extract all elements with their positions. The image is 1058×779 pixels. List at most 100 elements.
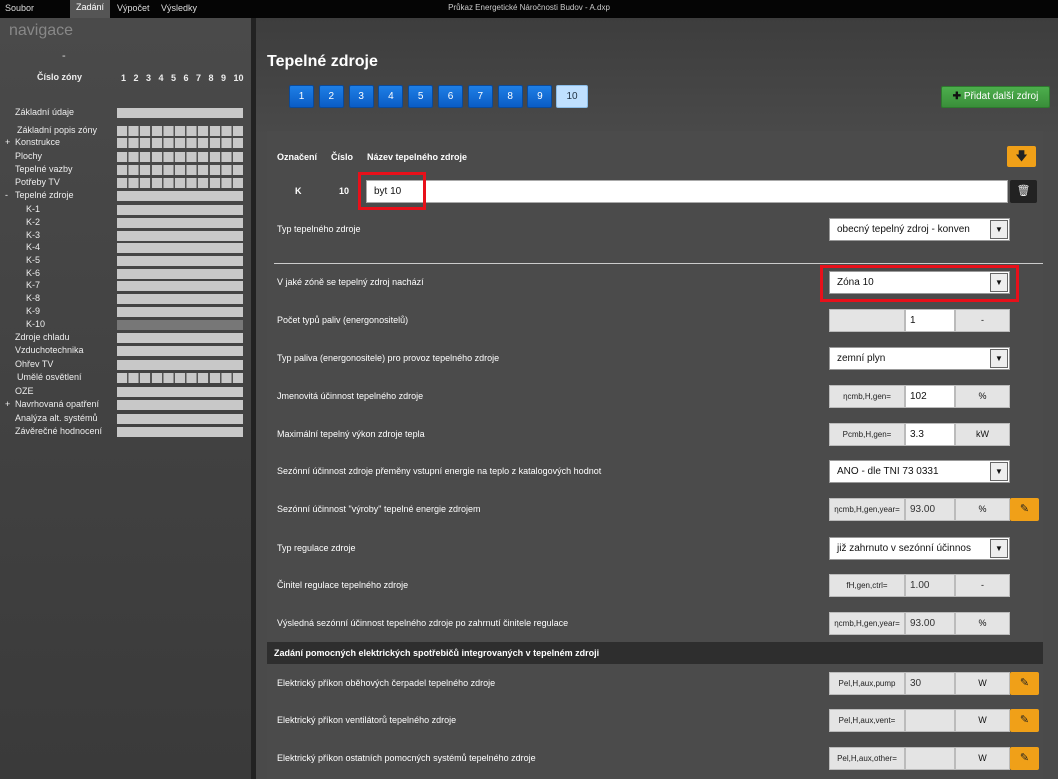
tab-3[interactable]: 3 [348,85,374,108]
sidebar-item[interactable]: Navrhovaná opatření [15,399,99,409]
sidebar-item[interactable]: Analýza alt. systémů [15,413,98,423]
zone-status-bar[interactable] [117,218,243,228]
sidebar-item[interactable]: Umělé osvětlení [17,372,82,382]
sidebar-item[interactable]: K-3 [26,230,40,240]
move-down-button[interactable]: 🡇 [1007,146,1036,167]
zone-status-bar[interactable] [117,243,243,253]
sidebar-item[interactable]: K-2 [26,217,40,227]
source-number: 10 [339,186,350,196]
sidebar-item[interactable]: Konstrukce [15,137,60,147]
tab-2[interactable]: 2 [318,85,344,108]
edit-vent-button[interactable]: ✎ [1010,709,1039,732]
tab-10[interactable]: 10 [556,85,588,108]
zone-status-bar[interactable] [117,320,243,330]
add-source-button[interactable]: ✚ Přidat další zdroj [941,86,1050,108]
zone-status-bar[interactable] [117,346,243,356]
fuel-type-label: Typ paliva (energonositele) pro provoz t… [277,353,500,363]
zone-status-bar[interactable] [117,126,243,136]
sidebar-item[interactable]: K-7 [26,280,40,290]
sidebar-item[interactable]: Závěrečné hodnocení [15,426,102,436]
zone-status-bar[interactable] [117,307,243,317]
zone-number: 2 [133,73,139,83]
tab-7[interactable]: 7 [467,85,493,108]
zone-value: Zóna 10 [837,277,874,288]
vent-value [905,709,955,732]
zone-status-bar[interactable] [117,108,243,118]
zone-status-bar[interactable] [117,165,243,175]
zone-status-bar[interactable] [117,152,243,162]
tab-6[interactable]: 6 [438,85,463,108]
zone-status-bar[interactable] [117,191,243,201]
type-select[interactable]: obecný tepelný zdroj - konven ▼ [829,218,1010,241]
divider [274,263,1043,264]
sidebar-item[interactable]: Vzduchotechnika [15,345,84,355]
edit-pump-button[interactable]: ✎ [1010,672,1039,695]
sidebar-item[interactable]: K-8 [26,293,40,303]
other-symbol: Pel,H,aux,other= [829,747,905,770]
tab-4[interactable]: 4 [378,85,404,108]
sidebar-item[interactable]: K-5 [26,255,40,265]
seasonal-src-select[interactable]: ANO - dle TNI 73 0331 ▼ [829,460,1010,483]
zone-status-bar[interactable] [117,414,243,424]
sidebar-item[interactable]: Ohřev TV [15,359,53,369]
edit-other-button[interactable]: ✎ [1010,747,1039,770]
zone-status-bar[interactable] [117,231,243,241]
pump-row: Pel,H,aux,pump 30 W [829,672,1010,695]
zone-status-bar[interactable] [117,333,243,343]
sidebar-item[interactable]: Potřeby TV [15,177,60,187]
sidebar-item[interactable]: OZE [15,386,34,396]
zone-status-bar[interactable] [117,427,243,437]
sidebar-item[interactable]: Tepelné vazby [15,164,73,174]
source-name-input[interactable]: byt 10 [366,180,1008,203]
zone-status-bar[interactable] [117,256,243,266]
zone-status-bar[interactable] [117,400,243,410]
chevron-down-icon[interactable]: ▼ [990,220,1008,239]
zone-status-bar[interactable] [117,138,243,148]
zone-status-bar[interactable] [117,387,243,397]
nav-collapse-toggle[interactable]: - [62,50,66,62]
tab-1[interactable]: 1 [289,85,314,108]
expand-icon[interactable]: + [5,137,10,147]
sidebar-item[interactable]: Zdroje chladu [15,332,70,342]
type-label: Typ tepelného zdroje [277,224,361,234]
sidebar-item[interactable]: K-9 [26,306,40,316]
sidebar-item[interactable]: Plochy [15,151,42,161]
sidebar-item[interactable]: Základní popis zóny [17,125,97,135]
zone-status-bar[interactable] [117,373,243,383]
tab-9[interactable]: 9 [527,85,553,108]
sidebar-item[interactable]: K-6 [26,268,40,278]
power-input[interactable]: 3.3 [905,423,955,446]
chevron-down-icon[interactable]: ▼ [990,349,1008,368]
eff-input[interactable]: 102 [905,385,955,408]
tab-5[interactable]: 5 [408,85,434,108]
window-title: Průkaz Energetické Náročnosti Budov - A.… [448,3,610,12]
chevron-down-icon[interactable]: ▼ [990,462,1008,481]
zone-label: V jaké zóně se tepelný zdroj nachází [277,277,424,287]
zone-status-bar[interactable] [117,269,243,279]
reg-type-select[interactable]: již zahrnuto v sezónní účinnos ▼ [829,537,1010,560]
sidebar-item[interactable]: K-4 [26,242,40,252]
zone-status-bar[interactable] [117,178,243,188]
zone-status-bar[interactable] [117,294,243,304]
zone-number: 3 [146,73,152,83]
plus-icon: ✚ [952,91,962,102]
zone-status-bar[interactable] [117,205,243,215]
zone-status-bar[interactable] [117,360,243,370]
fuel-type-select[interactable]: zemní plyn ▼ [829,347,1010,370]
fuel-count-input[interactable]: 1 [905,309,955,332]
chevron-down-icon[interactable]: ▼ [990,273,1008,292]
delete-button[interactable]: 🗑 [1010,180,1037,203]
sidebar-item[interactable]: Základní údaje [15,107,74,117]
fuel-count-unit: - [955,309,1010,332]
sidebar-item[interactable]: K-1 [26,204,40,214]
tab-8[interactable]: 8 [497,85,523,108]
edit-seasonal-button[interactable]: ✎ [1010,498,1039,521]
collapse-icon[interactable]: - [5,190,8,200]
type-value: obecný tepelný zdroj - konven [837,224,970,235]
chevron-down-icon[interactable]: ▼ [990,539,1008,558]
zone-select[interactable]: Zóna 10 ▼ [829,271,1010,294]
sidebar-item[interactable]: K-10 [26,319,45,329]
zone-status-bar[interactable] [117,281,243,291]
sidebar-item[interactable]: Tepelné zdroje [15,190,74,200]
expand-icon[interactable]: + [5,399,10,409]
